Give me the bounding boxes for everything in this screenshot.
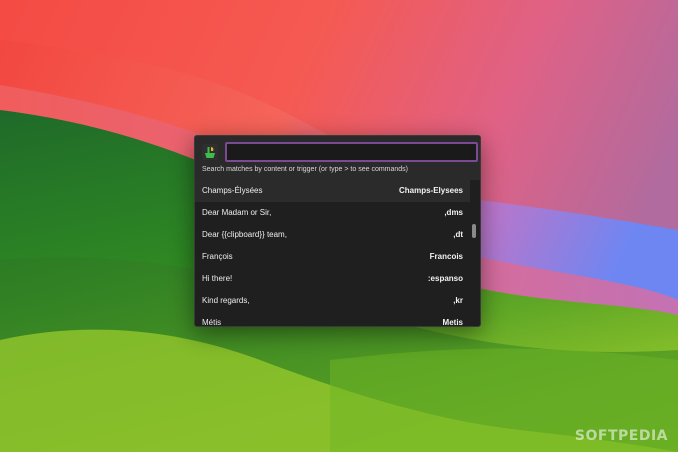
list-item[interactable]: François Francois — [195, 246, 470, 268]
list-item[interactable]: Champs-Élysées Champs-Elysees — [195, 180, 470, 202]
result-label: Kind regards, — [202, 296, 250, 305]
list-item[interactable]: Kind regards, ,kr — [195, 290, 470, 312]
result-trigger: Champs-Elysees — [398, 186, 463, 195]
search-window: Search matches by content or trigger (or… — [194, 135, 481, 327]
result-label: Dear {{clipboard}} team, — [202, 230, 287, 239]
watermark: SOFTPEDIA — [574, 428, 668, 444]
result-trigger: Metis — [442, 318, 463, 326]
result-trigger: ,kr — [453, 296, 463, 305]
list-item[interactable]: Hi there! :espanso — [195, 268, 470, 290]
result-label: Métis — [202, 318, 222, 326]
result-label: Hi there! — [202, 274, 233, 283]
search-header: Search matches by content or trigger (or… — [195, 136, 480, 180]
result-trigger: ,dms — [444, 208, 463, 217]
result-trigger: :espanso — [427, 274, 463, 283]
result-label: Dear Madam or Sir, — [202, 208, 272, 217]
results-list: Champs-Élysées Champs-Elysees Dear Madam… — [195, 180, 480, 326]
result-label: François — [202, 252, 233, 261]
list-item[interactable]: Dear {{clipboard}} team, ,dt — [195, 224, 470, 246]
result-label: Champs-Élysées — [202, 186, 263, 195]
search-hint: Search matches by content or trigger (or… — [202, 166, 409, 173]
results-scrollbar[interactable] — [472, 180, 477, 326]
search-input[interactable] — [225, 142, 478, 162]
scrollbar-thumb[interactable] — [472, 224, 476, 238]
result-trigger: Francois — [429, 252, 463, 261]
result-trigger: ,dt — [453, 230, 463, 239]
list-item[interactable]: Métis Metis — [195, 312, 470, 326]
espanso-icon — [202, 144, 218, 160]
desktop: Search matches by content or trigger (or… — [0, 0, 678, 452]
list-item[interactable]: Dear Madam or Sir, ,dms — [195, 202, 470, 224]
